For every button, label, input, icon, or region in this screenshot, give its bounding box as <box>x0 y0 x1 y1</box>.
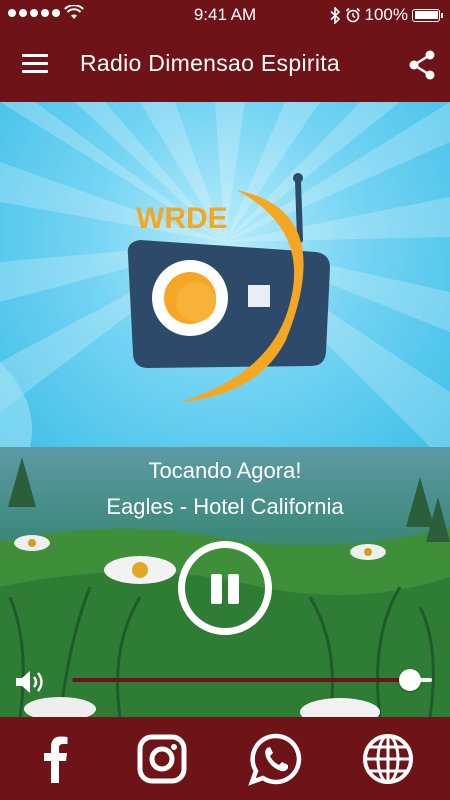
hamburger-menu-icon[interactable] <box>22 54 48 76</box>
artwork-area: WRDE <box>0 102 450 447</box>
pause-button[interactable] <box>178 541 272 635</box>
battery-icon <box>412 8 443 22</box>
app-bar: Radio Dimensao Espirita <box>0 30 450 102</box>
pause-icon-bar <box>228 574 239 604</box>
facebook-icon[interactable] <box>28 731 84 787</box>
station-logo: WRDE <box>127 173 330 402</box>
alarm-icon <box>345 7 360 23</box>
volume-icon[interactable] <box>14 668 46 696</box>
volume-fill <box>72 678 411 682</box>
logo-text: WRDE <box>136 202 228 235</box>
volume-knob[interactable] <box>399 669 422 691</box>
globe-icon[interactable] <box>360 731 416 787</box>
social-bar <box>0 717 450 800</box>
pause-icon <box>211 574 222 604</box>
share-icon[interactable] <box>408 50 436 80</box>
track-title: Eagles - Hotel California <box>106 494 344 519</box>
volume-slider[interactable] <box>72 669 432 691</box>
now-playing-label: Tocando Agora! <box>148 458 302 483</box>
whatsapp-icon[interactable] <box>248 731 304 787</box>
instagram-icon[interactable] <box>134 731 190 787</box>
app-title: Radio Dimensao Espirita <box>80 50 341 76</box>
bluetooth-icon <box>329 6 340 24</box>
status-bar: 9:41 AM 100% <box>0 0 450 30</box>
battery-percent: 100% <box>364 5 408 24</box>
